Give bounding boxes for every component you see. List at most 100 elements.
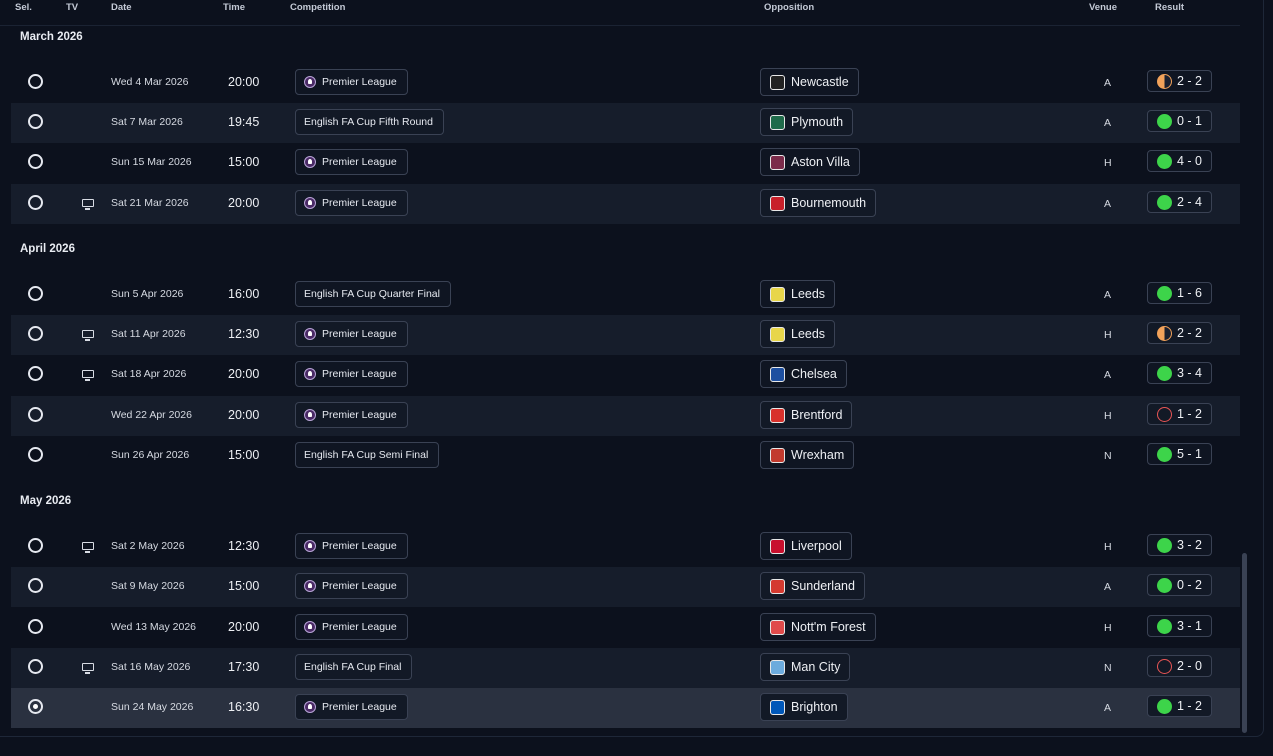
- fixture-date: Sat 18 Apr 2026: [111, 368, 187, 380]
- select-radio[interactable]: [28, 619, 43, 634]
- competition-button[interactable]: Premier League: [295, 361, 408, 387]
- competition-button[interactable]: Premier League: [295, 69, 408, 95]
- venue-label: N: [1104, 450, 1112, 462]
- result-button[interactable]: 3 - 2: [1147, 534, 1212, 556]
- opposition-button[interactable]: Chelsea: [760, 360, 847, 388]
- select-radio[interactable]: [28, 366, 43, 381]
- result-outcome-icon: [1157, 446, 1172, 462]
- competition-button[interactable]: Premier League: [295, 402, 408, 428]
- select-radio[interactable]: [28, 195, 43, 210]
- fixture-row[interactable]: Sat 9 May 2026 15:00 Premier League Sunderl…: [11, 567, 1240, 607]
- opposition-button[interactable]: Plymouth: [760, 108, 854, 136]
- select-radio[interactable]: [28, 699, 43, 714]
- select-radio[interactable]: [28, 659, 43, 674]
- select-radio[interactable]: [28, 407, 43, 422]
- venue-label: H: [1104, 541, 1112, 553]
- result-button[interactable]: 1 - 2: [1147, 403, 1212, 425]
- fixture-row[interactable]: Wed 4 Mar 2026 20:00 Premier League Newcast…: [11, 63, 1240, 103]
- competition-button[interactable]: Premier League: [295, 190, 408, 216]
- fixture-date: Sun 26 Apr 2026: [111, 449, 190, 461]
- competition-button[interactable]: English FA Cup Final: [295, 654, 413, 680]
- competition-button[interactable]: Premier League: [295, 614, 408, 640]
- fixture-row[interactable]: Wed 13 May 2026 20:00 Premier League Nott'm…: [11, 608, 1240, 648]
- opposition-button[interactable]: Sunderland: [760, 572, 865, 600]
- header-venue[interactable]: Venue: [1089, 2, 1117, 13]
- opposition-button[interactable]: Nott'm Forest: [760, 613, 876, 641]
- select-radio[interactable]: [28, 538, 43, 553]
- result-outcome-icon: [1157, 618, 1172, 634]
- fixture-row[interactable]: Sun 15 Mar 2026 15:00 Premier League Aston …: [11, 143, 1240, 183]
- result-score: 5 - 1: [1177, 447, 1203, 461]
- result-button[interactable]: 2 - 4: [1147, 191, 1212, 213]
- fixture-row[interactable]: Sat 2 May 2026 12:30 Premier League Liverpo…: [11, 527, 1240, 567]
- header-time[interactable]: Time: [223, 2, 245, 13]
- fixture-row[interactable]: Sat 21 Mar 2026 20:00 Premier League Bourne…: [11, 184, 1240, 224]
- fixture-row[interactable]: Sat 7 Mar 2026 19:45 English FA Cup Fifth …: [11, 103, 1240, 143]
- opposition-button[interactable]: Leeds: [760, 320, 836, 348]
- competition-button[interactable]: Premier League: [295, 149, 408, 175]
- header-date[interactable]: Date: [111, 2, 132, 13]
- competition-button[interactable]: Premier League: [295, 573, 408, 599]
- competition-label: Premier League: [322, 368, 397, 380]
- result-button[interactable]: 1 - 6: [1147, 282, 1212, 304]
- result-button[interactable]: 2 - 0: [1147, 655, 1212, 677]
- premier-league-icon: [304, 409, 316, 421]
- result-button[interactable]: 2 - 2: [1147, 70, 1212, 92]
- select-radio[interactable]: [28, 447, 43, 462]
- header-opposition[interactable]: Opposition: [764, 2, 814, 13]
- result-button[interactable]: 0 - 2: [1147, 574, 1212, 596]
- result-outcome-icon: [1157, 537, 1172, 553]
- competition-button[interactable]: Premier League: [295, 321, 408, 347]
- scrollbar-thumb[interactable]: [1242, 553, 1247, 733]
- opposition-label: Plymouth: [791, 115, 844, 129]
- result-score: 2 - 0: [1177, 659, 1203, 673]
- opposition-button[interactable]: Leeds: [760, 280, 836, 308]
- opposition-button[interactable]: Wrexham: [760, 441, 855, 469]
- competition-button[interactable]: English FA Cup Semi Final: [295, 442, 440, 468]
- club-badge-icon: [770, 195, 785, 211]
- select-radio[interactable]: [28, 286, 43, 301]
- select-radio[interactable]: [28, 74, 43, 89]
- header-competition[interactable]: Competition: [290, 2, 345, 13]
- opposition-label: Sunderland: [791, 579, 855, 593]
- competition-button[interactable]: Premier League: [295, 694, 408, 720]
- fixture-row[interactable]: Sun 26 Apr 2026 15:00 English FA Cup Semi …: [11, 436, 1240, 476]
- header-tv[interactable]: TV: [66, 2, 78, 13]
- competition-button[interactable]: Premier League: [295, 533, 408, 559]
- result-button[interactable]: 3 - 1: [1147, 615, 1212, 637]
- select-radio[interactable]: [28, 114, 43, 129]
- opposition-button[interactable]: Man City: [760, 653, 851, 681]
- fixture-row[interactable]: Sun 5 Apr 2026 16:00 English FA Cup Quarte…: [11, 275, 1240, 315]
- result-button[interactable]: 0 - 1: [1147, 110, 1212, 132]
- fixture-row[interactable]: Sun 24 May 2026 16:30 Premier League Bright…: [11, 688, 1240, 728]
- select-radio[interactable]: [28, 154, 43, 169]
- competition-button[interactable]: English FA Cup Quarter Final: [295, 281, 451, 307]
- header-result[interactable]: Result: [1155, 2, 1184, 13]
- header-sel[interactable]: Sel.: [15, 2, 32, 13]
- fixture-time: 16:30: [228, 700, 260, 714]
- opposition-button[interactable]: Aston Villa: [760, 148, 860, 176]
- result-button[interactable]: 1 - 2: [1147, 695, 1212, 717]
- fixture-date: Wed 4 Mar 2026: [111, 76, 189, 88]
- fixture-row[interactable]: Wed 22 Apr 2026 20:00 Premier League Brentf…: [11, 396, 1240, 436]
- opposition-button[interactable]: Brighton: [760, 693, 848, 721]
- competition-button[interactable]: English FA Cup Fifth Round: [295, 109, 444, 135]
- result-button[interactable]: 5 - 1: [1147, 443, 1212, 465]
- month-heading: March 2026: [20, 31, 83, 43]
- opposition-button[interactable]: Liverpool: [760, 532, 852, 560]
- opposition-button[interactable]: Bournemouth: [760, 189, 877, 217]
- result-button[interactable]: 4 - 0: [1147, 150, 1212, 172]
- competition-label: Premier League: [322, 156, 397, 168]
- fixture-row[interactable]: Sat 18 Apr 2026 20:00 Premier League Chelse…: [11, 355, 1240, 395]
- fixture-row[interactable]: Sat 16 May 2026 17:30 English FA Cup Final…: [11, 648, 1240, 688]
- opposition-button[interactable]: Brentford: [760, 401, 853, 429]
- select-radio[interactable]: [28, 578, 43, 593]
- fixture-time: 20:00: [228, 367, 260, 381]
- fixture-row[interactable]: Sat 11 Apr 2026 12:30 Premier League Leeds H…: [11, 315, 1240, 355]
- fixture-date: Sat 11 Apr 2026: [111, 328, 186, 340]
- result-button[interactable]: 3 - 4: [1147, 362, 1212, 384]
- select-radio[interactable]: [28, 326, 43, 341]
- premier-league-icon: [304, 156, 316, 168]
- opposition-button[interactable]: Newcastle: [760, 68, 859, 96]
- result-button[interactable]: 2 - 2: [1147, 322, 1212, 344]
